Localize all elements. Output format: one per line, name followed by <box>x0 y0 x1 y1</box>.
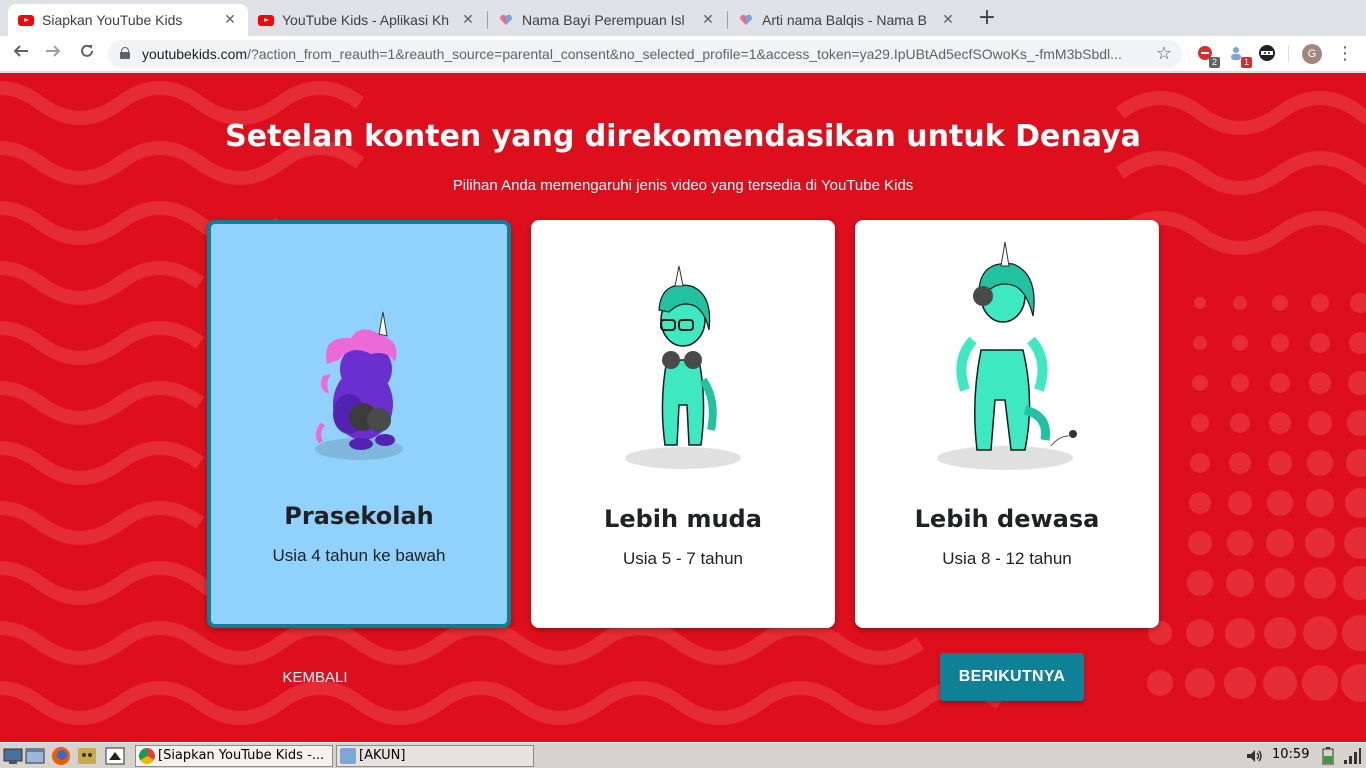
forward-arrow-icon[interactable] <box>40 41 66 67</box>
clock[interactable]: 10:59 <box>1272 747 1309 762</box>
tab-nama-bayi-perempuan[interactable]: Nama Bayi Perempuan Isl ✕ <box>488 4 726 36</box>
back-button[interactable]: KEMBALI <box>262 663 368 693</box>
card-label: Lebih dewasa <box>914 505 1100 533</box>
menu-icon[interactable]: ⋮ <box>1336 42 1354 66</box>
tab-siapkan-youtube-kids[interactable]: Siapkan YouTube Kids ✕ <box>8 4 248 36</box>
card-lebih-dewasa[interactable]: Lebih dewasa Usia 8 - 12 tahun <box>855 220 1159 628</box>
heart-icon <box>498 12 514 28</box>
older-unicorn-illustration <box>937 241 1077 470</box>
network-signal-icon[interactable] <box>1342 746 1362 766</box>
youtube-icon <box>18 12 34 28</box>
card-label: Lebih muda <box>604 505 762 533</box>
taskbar-chrome-window[interactable]: [Siapkan YouTube Kids -... <box>135 745 333 767</box>
close-tab-icon[interactable]: ✕ <box>460 12 476 28</box>
battery-icon[interactable] <box>1318 746 1338 766</box>
toolbar-divider <box>1288 46 1289 62</box>
youtube-icon <box>258 12 274 28</box>
extension-badge: 1 <box>1240 57 1252 68</box>
card-age-range: Usia 5 - 7 tahun <box>622 549 743 568</box>
url-text: youtubekids.com/?action_from_reauth=1&re… <box>142 46 1122 62</box>
tab-title: Arti nama Balqis - Nama B <box>762 12 927 28</box>
os-taskbar: [Siapkan YouTube Kids -... [AKUN] 10:59 <box>0 742 1366 768</box>
taskbar-folder-window[interactable]: [AKUN] <box>336 745 534 767</box>
firefox-icon[interactable] <box>51 746 71 766</box>
volume-icon[interactable] <box>1244 746 1264 766</box>
file-manager-icon[interactable] <box>25 746 45 766</box>
address-bar[interactable]: youtubekids.com/?action_from_reauth=1&re… <box>108 40 1182 68</box>
chrome-icon <box>139 748 155 764</box>
task-label: [AKUN] <box>359 748 406 763</box>
show-desktop-icon[interactable] <box>3 746 23 766</box>
extension-adblock-icon[interactable]: 2 <box>1196 44 1220 68</box>
extension-ninja-icon[interactable] <box>1258 44 1278 64</box>
extension-people-icon[interactable]: 1 <box>1228 44 1252 68</box>
task-label: [Siapkan YouTube Kids -... <box>158 748 325 763</box>
reload-icon[interactable] <box>74 41 100 67</box>
page-title: Setelan konten yang direkomendasikan unt… <box>225 119 1141 154</box>
tab-title: YouTube Kids - Aplikasi Kh <box>282 12 450 28</box>
extension-badge: 2 <box>1208 57 1220 68</box>
card-label: Prasekolah <box>284 502 434 530</box>
tab-strip: Siapkan YouTube Kids ✕ YouTube Kids - Ap… <box>0 0 1366 36</box>
younger-unicorn-illustration <box>625 265 741 469</box>
new-tab-button[interactable]: + <box>976 6 998 30</box>
card-lebih-muda[interactable]: Lebih muda Usia 5 - 7 tahun <box>531 220 835 628</box>
lock-icon <box>120 47 130 59</box>
terminal-app-icon[interactable] <box>105 746 125 766</box>
back-arrow-icon[interactable] <box>8 41 34 67</box>
tab-arti-nama-balqis[interactable]: Arti nama Balqis - Nama B ✕ <box>728 4 966 36</box>
folder-icon <box>340 748 356 764</box>
browser-toolbar: youtubekids.com/?action_from_reauth=1&re… <box>0 36 1366 72</box>
close-tab-icon[interactable]: ✕ <box>940 12 956 28</box>
profile-avatar[interactable]: G <box>1302 44 1322 64</box>
tab-title: Nama Bayi Perempuan Isl <box>522 12 685 28</box>
card-prasekolah[interactable]: Prasekolah Usia 4 tahun ke bawah <box>207 220 511 628</box>
tab-title: Siapkan YouTube Kids <box>42 12 183 28</box>
card-age-range: Usia 8 - 12 tahun <box>942 549 1072 568</box>
preschool-unicorn-illustration <box>315 311 403 460</box>
heart-icon <box>738 12 754 28</box>
close-tab-icon[interactable]: ✕ <box>700 12 716 28</box>
youtube-kids-setup-page: Setelan konten yang direkomendasikan unt… <box>0 73 1366 742</box>
cat-app-icon[interactable] <box>77 746 97 766</box>
tab-youtube-kids-aplikasi[interactable]: YouTube Kids - Aplikasi Kh ✕ <box>248 4 486 36</box>
close-tab-icon[interactable]: ✕ <box>222 12 238 28</box>
page-subtitle: Pilihan Anda memengaruhi jenis video yan… <box>452 177 914 194</box>
bookmark-star-icon[interactable]: ☆ <box>1156 43 1172 64</box>
next-button[interactable]: BERIKUTNYA <box>940 653 1084 701</box>
card-age-range: Usia 4 tahun ke bawah <box>272 546 446 565</box>
